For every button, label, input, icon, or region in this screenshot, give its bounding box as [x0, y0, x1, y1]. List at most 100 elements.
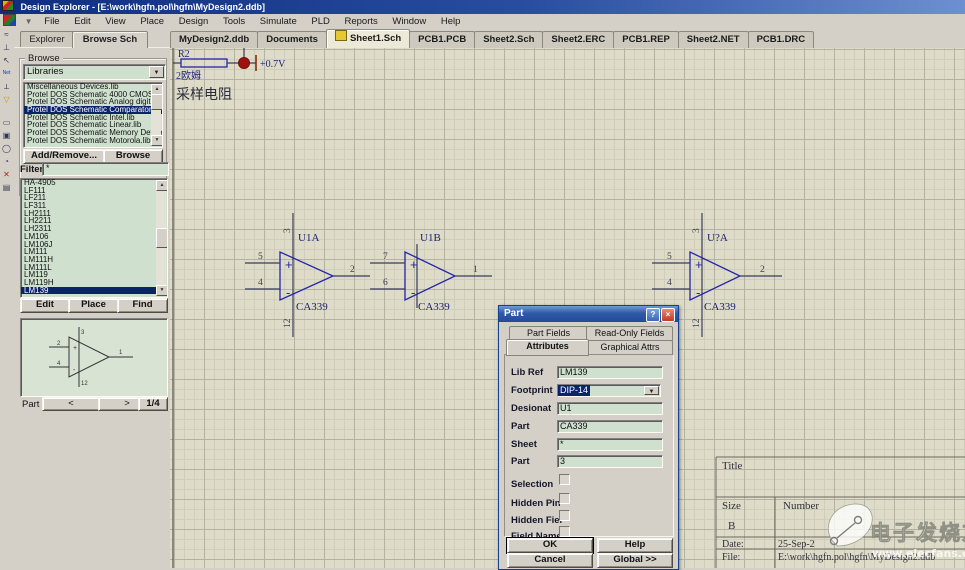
- tab-browse-sch[interactable]: Browse Sch: [72, 31, 148, 48]
- global-button[interactable]: Global >>: [597, 553, 673, 568]
- menu-place[interactable]: Place: [134, 15, 170, 29]
- scroll-thumb[interactable]: [151, 94, 163, 110]
- sheet-input[interactable]: *: [557, 438, 663, 451]
- net-label-tool-icon[interactable]: Net: [0, 67, 13, 80]
- menu-bar: ▼ File Edit View Place Design Tools Simu…: [0, 14, 965, 29]
- svg-text:1: 1: [119, 350, 123, 356]
- menu-edit[interactable]: Edit: [68, 15, 96, 29]
- field-names-checkbox[interactable]: [559, 526, 570, 537]
- selection-checkbox[interactable]: [559, 474, 570, 485]
- menu-pld[interactable]: PLD: [305, 15, 335, 29]
- place-button[interactable]: Place: [68, 298, 119, 313]
- ellipse-tool-icon[interactable]: ◯: [0, 142, 13, 155]
- filter-input[interactable]: *: [42, 162, 169, 176]
- hidden-pins-checkbox[interactable]: [559, 493, 570, 504]
- component-listbox[interactable]: HA-4905 LF111 LF211 LF311 LH2111 LH2211 …: [20, 178, 168, 298]
- tab-pcb1-pcb[interactable]: PCB1.PCB: [409, 31, 475, 48]
- designator-input[interactable]: U1: [557, 402, 663, 415]
- tab-attributes[interactable]: Attributes: [506, 339, 589, 356]
- tab-pcb1-rep[interactable]: PCB1.REP: [613, 31, 679, 48]
- menu-file[interactable]: File: [38, 15, 65, 29]
- menu-reports[interactable]: Reports: [339, 15, 384, 29]
- tab-sheet2-erc[interactable]: Sheet2.ERC: [542, 31, 614, 48]
- field-row: Sheet *: [509, 438, 669, 451]
- tab-sheet1-sch[interactable]: Sheet1.Sch: [326, 29, 410, 48]
- checkbox-row: Field Name: [511, 526, 562, 538]
- menu-view[interactable]: View: [99, 15, 131, 29]
- document-icon[interactable]: [3, 14, 16, 26]
- footprint-combobox[interactable]: DIP-14 ▼: [557, 384, 661, 397]
- cancel-button[interactable]: Cancel: [507, 553, 593, 568]
- menu-simulate[interactable]: Simulate: [254, 15, 303, 29]
- component-scrollbar[interactable]: ▲ ▼: [156, 180, 166, 296]
- net-label[interactable]: +0.7V: [260, 59, 286, 70]
- round-rect-tool-icon[interactable]: ▣: [0, 129, 13, 142]
- resistor-r2[interactable]: R2 +0.7V 2欧姆 采样电阻: [173, 48, 286, 103]
- tab-mydesign2-ddb[interactable]: MyDesign2.ddb: [170, 31, 258, 48]
- library-item[interactable]: Protel DOS Schematic Motorola.lib: [24, 137, 162, 145]
- part-type[interactable]: CA339: [704, 301, 736, 313]
- tab-sheet2-sch[interactable]: Sheet2.Sch: [474, 31, 543, 48]
- component-item-selected[interactable]: LM139: [21, 287, 167, 295]
- svg-text:12: 12: [692, 318, 702, 328]
- part-type[interactable]: CA339: [296, 301, 328, 313]
- scroll-thumb[interactable]: [156, 228, 168, 248]
- dialog-titlebar[interactable]: Part ? ×: [499, 306, 678, 322]
- opamp-u1b[interactable]: + - 7 6 1 U1B CA339: [370, 232, 492, 313]
- dialog-close-icon[interactable]: ×: [661, 308, 675, 322]
- svg-text:3: 3: [81, 330, 85, 336]
- menu-help[interactable]: Help: [435, 15, 467, 29]
- ground-tool-icon[interactable]: ⟂: [0, 80, 13, 93]
- lib-ref-input[interactable]: LM139: [557, 366, 663, 379]
- designator[interactable]: U?A: [707, 232, 728, 244]
- browse-group-label: Browse: [25, 53, 63, 64]
- designator[interactable]: U1B: [420, 232, 441, 244]
- opamp-u1a[interactable]: + - 5 4 2 3 12 U1A CA339: [245, 213, 370, 337]
- svg-text:B: B: [728, 520, 735, 532]
- document-tab-bar: MyDesign2.ddb Documents Sheet1.Sch PCB1.…: [170, 28, 965, 49]
- plus-input-mark: +: [695, 257, 703, 272]
- hidden-fields-checkbox[interactable]: [559, 510, 570, 521]
- scroll-down-icon[interactable]: ▼: [151, 135, 163, 146]
- part-prev-button[interactable]: <: [42, 397, 100, 411]
- help-button[interactable]: Help: [597, 538, 673, 553]
- designator[interactable]: U1A: [298, 232, 319, 244]
- field-row: Footprint DIP-14 ▼: [509, 384, 669, 397]
- menu-window[interactable]: Window: [386, 15, 432, 29]
- annotation-text[interactable]: 采样电阻: [176, 87, 232, 103]
- library-scrollbar[interactable]: ▲ ▼: [151, 84, 161, 146]
- scroll-down-icon[interactable]: ▼: [156, 285, 168, 296]
- find-button[interactable]: Find: [117, 298, 168, 313]
- part-number-input[interactable]: 3: [557, 455, 663, 468]
- tab-readonly-fields[interactable]: Read-Only Fields: [586, 326, 673, 341]
- combo-dropdown-icon[interactable]: ▼: [644, 386, 659, 395]
- tab-graphical-attrs[interactable]: Graphical Attrs: [587, 340, 673, 355]
- delete-tool-icon[interactable]: ✕: [0, 168, 13, 181]
- svg-text:Size: Size: [722, 500, 741, 512]
- scroll-up-icon[interactable]: ▲: [156, 180, 168, 191]
- menu-arrow-icon[interactable]: ▼: [22, 15, 36, 29]
- tab-explorer[interactable]: Explorer: [20, 31, 74, 47]
- ok-button[interactable]: OK: [507, 538, 593, 553]
- combo-dropdown-icon[interactable]: ▼: [149, 66, 164, 78]
- power-port-tool-icon[interactable]: ▽: [0, 93, 13, 106]
- graphic-tool-icon[interactable]: ▤: [0, 181, 13, 194]
- bus-entry-tool-icon[interactable]: ⊥: [0, 41, 13, 54]
- svg-text:2: 2: [760, 265, 765, 275]
- rectangle-tool-icon[interactable]: ▭: [0, 116, 13, 129]
- tab-pcb1-drc[interactable]: PCB1.DRC: [748, 31, 815, 48]
- svg-text:+: +: [73, 345, 77, 352]
- part-type[interactable]: CA339: [418, 301, 450, 313]
- menu-design[interactable]: Design: [173, 15, 215, 29]
- browse-mode-combobox[interactable]: Libraries ▼: [23, 64, 166, 80]
- part-input[interactable]: CA339: [557, 420, 663, 433]
- pie-tool-icon[interactable]: ◔: [0, 155, 13, 168]
- edit-button[interactable]: Edit: [20, 298, 70, 313]
- pointer-tool-icon[interactable]: ↖: [0, 54, 13, 67]
- tab-documents[interactable]: Documents: [257, 31, 327, 48]
- menu-tools[interactable]: Tools: [217, 15, 251, 29]
- dialog-help-icon[interactable]: ?: [646, 308, 660, 322]
- wire-tool-icon[interactable]: ≈: [0, 28, 13, 41]
- library-listbox[interactable]: Miscellaneous Devices.lib Protel DOS Sch…: [23, 82, 163, 148]
- tab-sheet2-net[interactable]: Sheet2.NET: [678, 31, 749, 48]
